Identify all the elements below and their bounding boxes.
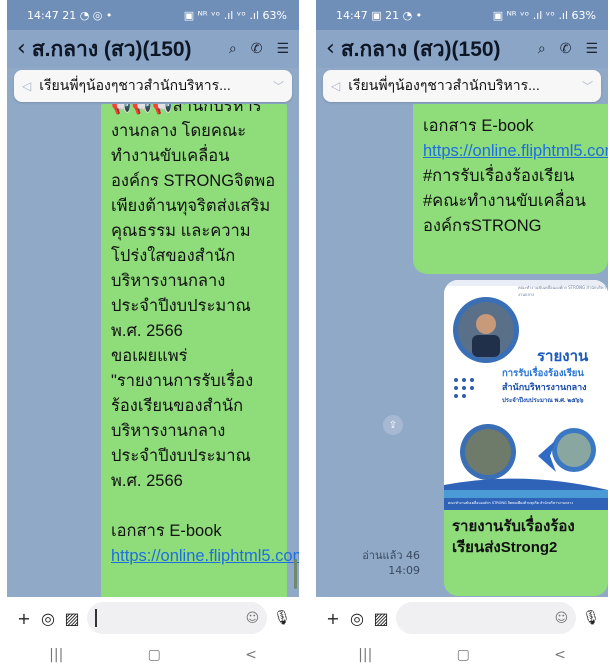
menu-icon[interactable]: ☰: [585, 41, 598, 57]
report-poster[interactable]: คณะทำงานขับเคลื่อนองค์กร STRONG สำนักบริ…: [444, 280, 608, 510]
read-count: อ่านแล้ว 46: [362, 549, 420, 562]
menu-icon[interactable]: ☰: [276, 41, 289, 57]
android-nav-bar: ||| ▢ <: [316, 639, 608, 671]
signal-indicators: ▣ ᴺᴿ ᵛᵒ .ıl ᵛᵒ .ıl 63%: [492, 8, 596, 22]
home-icon[interactable]: ▢: [148, 647, 161, 663]
announcement-text: เรียนพี่ๆน้องๆชาวสำนักบริหาร...: [39, 77, 231, 93]
status-icons: ▣ ᴺᴿ ᵛᵒ .ıl ᵛᵒ .ıl 63%: [493, 9, 596, 22]
message-bubble[interactable]: เอกสาร E-book https://online.fliphtml5.c…: [413, 104, 608, 274]
recent-apps-icon[interactable]: |||: [49, 647, 63, 663]
phone-call-icon[interactable]: ✆: [560, 41, 572, 57]
message-text: เอกสาร E-book: [423, 117, 539, 135]
read-receipt: อ่านแล้ว 46 14:09: [336, 548, 420, 578]
back-nav-icon[interactable]: <: [554, 647, 566, 663]
plus-icon[interactable]: +: [324, 609, 342, 628]
message-time: 14:09: [388, 564, 420, 577]
share-icon[interactable]: ⇪: [383, 415, 403, 435]
search-icon[interactable]: ⌕: [538, 41, 546, 57]
microphone-icon[interactable]: 🎙: [273, 610, 291, 626]
poster-header: คณะทำงานขับเคลื่อนองค์กร STRONG สำนักบริ…: [518, 285, 608, 297]
ebook-link[interactable]: https://online.fliphtml5.com/lfcrv/qmrl/: [423, 142, 608, 160]
message-composer: + ◎ ▨ ☺ 🎙: [316, 597, 608, 639]
image-caption: รายงานรับเรื่องร้องเรียนส่งStrong2: [452, 518, 575, 556]
pinned-announcement[interactable]: ◁ เรียนพี่ๆน้องๆชาวสำนักบริหาร... ﹀: [14, 70, 292, 102]
chevron-down-icon[interactable]: ﹀: [582, 78, 593, 94]
status-time: 14:47 ▣ 21 ◔ •: [336, 8, 423, 22]
image-message[interactable]: คณะทำงานขับเคลื่อนองค์กร STRONG สำนักบริ…: [444, 280, 608, 596]
megaphone-emoji: 📢📢📢: [111, 104, 173, 115]
back-icon[interactable]: ‹: [17, 38, 26, 60]
phone-screen-right: 14:47 ▣ 21 ◔ • ▣ ᴺᴿ ᵛᵒ .ıl ᵛᵒ .ıl 63% ‹ …: [316, 0, 608, 671]
poster-footer: คณะทำงานขับเคลื่อนองค์กร STRONG จิตพอเพี…: [448, 501, 573, 505]
image-icon[interactable]: ▨: [372, 609, 390, 628]
text-caret: [95, 609, 97, 627]
megaphone-icon: ◁: [22, 79, 32, 93]
message-composer: + ◎ ▨ ☺ 🎙: [7, 597, 299, 639]
ebook-link[interactable]: https://online.fliphtml5.com/lfcrv/qmrl/: [111, 547, 299, 565]
home-icon[interactable]: ▢: [457, 647, 470, 663]
poster-report-title: รายงาน: [537, 348, 589, 365]
phone-screen-left: 14:47 21 ◔ ◎ • ▣ ᴺᴿ ᵛᵒ .ıl ᵛᵒ .ıl 63% ‹ …: [7, 0, 299, 671]
chat-header: ‹ ส.กลาง (สว)(150) ⌕ ✆ ☰: [7, 30, 299, 68]
message-bubble[interactable]: 📢📢📢สำนักบริหารงานกลาง โดยคณะทำงานขับเคลื…: [101, 104, 299, 597]
recent-apps-icon[interactable]: |||: [358, 647, 372, 663]
message-text: สำนักบริหารงานกลาง โดยคณะทำงานขับเคลื่อน…: [111, 104, 276, 540]
microphone-icon[interactable]: 🎙: [582, 610, 600, 626]
chevron-down-icon[interactable]: ﹀: [273, 78, 284, 94]
chat-messages[interactable]: 📢📢📢สำนักบริหารงานกลาง โดยคณะทำงานขับเคลื…: [7, 104, 299, 597]
poster-line-3: ประจำปีงบประมาณ พ.ศ. ๒๕๖๖: [502, 398, 584, 404]
image-icon[interactable]: ▨: [63, 609, 81, 628]
chat-title: ส.กลาง (สว)(150): [31, 37, 192, 61]
emoji-icon[interactable]: ☺: [555, 611, 569, 626]
hashtags: #การรับเรื่องร้องเรียน #คณะทำงานขับเคลื่…: [423, 167, 586, 235]
status-bar: 14:47 21 ◔ ◎ • ▣ ᴺᴿ ᵛᵒ .ıl ᵛᵒ .ıl 63%: [7, 0, 299, 30]
phone-call-icon[interactable]: ✆: [251, 41, 263, 57]
pinned-announcement[interactable]: ◁ เรียนพี่ๆน้องๆชาวสำนักบริหาร... ﹀: [323, 70, 601, 102]
chat-header: ‹ ส.กลาง (สว)(150) ⌕ ✆ ☰: [316, 30, 608, 68]
poster-line-2: สำนักบริหารงานกลาง: [502, 382, 587, 392]
emoji-icon[interactable]: ☺: [246, 611, 260, 626]
back-icon[interactable]: ‹: [326, 38, 335, 60]
android-nav-bar: ||| ▢ <: [7, 639, 299, 671]
message-input[interactable]: ☺: [396, 602, 577, 634]
announcement-text: เรียนพี่ๆน้องๆชาวสำนักบริหาร...: [348, 77, 540, 93]
status-time: 14:47 21 ◔ ◎ •: [27, 8, 113, 22]
scrollbar-thumb[interactable]: [294, 559, 297, 589]
chat-messages[interactable]: เอกสาร E-book https://online.fliphtml5.c…: [316, 104, 608, 597]
message-input[interactable]: ☺: [87, 602, 268, 634]
megaphone-icon: ◁: [331, 79, 341, 93]
poster-line-1: การรับเรื่องร้องเรียน: [502, 368, 584, 379]
chat-title: ส.กลาง (สว)(150): [340, 37, 501, 61]
signal-indicators: ▣ ᴺᴿ ᵛᵒ .ıl ᵛᵒ .ıl 63%: [183, 8, 287, 22]
camera-icon[interactable]: ◎: [348, 609, 366, 628]
search-icon[interactable]: ⌕: [229, 41, 237, 57]
status-icons: ▣ ᴺᴿ ᵛᵒ .ıl ᵛᵒ .ıl 63%: [184, 9, 287, 22]
back-nav-icon[interactable]: <: [245, 647, 257, 663]
camera-icon[interactable]: ◎: [39, 609, 57, 628]
status-bar: 14:47 ▣ 21 ◔ • ▣ ᴺᴿ ᵛᵒ .ıl ᵛᵒ .ıl 63%: [316, 0, 608, 30]
plus-icon[interactable]: +: [15, 609, 33, 628]
